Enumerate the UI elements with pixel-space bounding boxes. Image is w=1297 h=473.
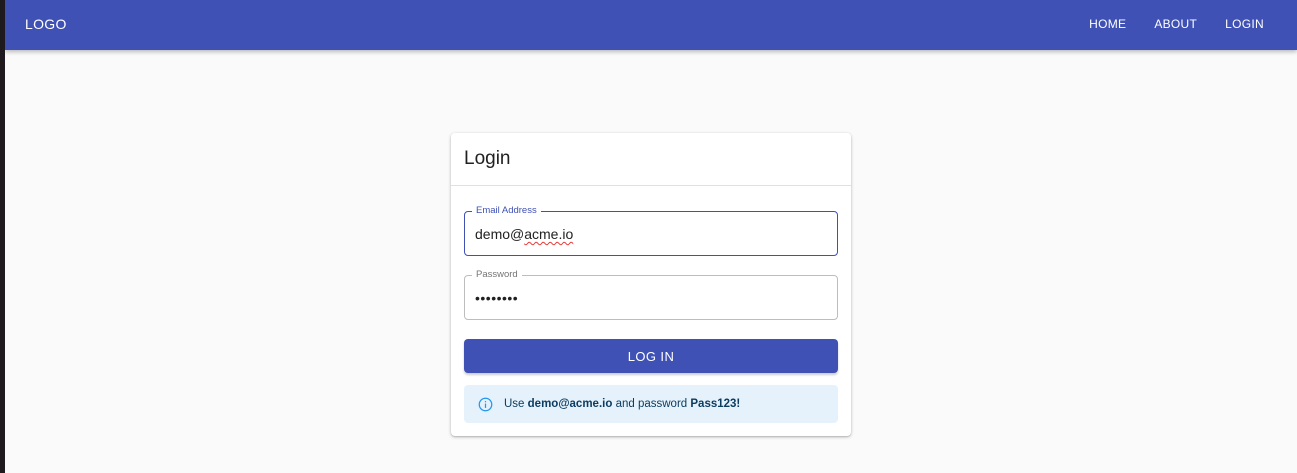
- hint-email: demo@acme.io: [527, 398, 613, 410]
- login-button[interactable]: LOG IN: [464, 339, 838, 373]
- hint-password: Pass123!: [690, 398, 741, 410]
- top-nav: HOME ABOUT LOGIN: [1061, 17, 1264, 31]
- email-input-prefix: demo@: [475, 226, 525, 242]
- info-icon: [478, 397, 493, 412]
- password-input[interactable]: [475, 290, 825, 306]
- hint-text-1: Use: [504, 398, 528, 410]
- app-bar: LOGO HOME ABOUT LOGIN: [5, 0, 1297, 50]
- password-field[interactable]: Password: [464, 269, 838, 320]
- nav-login-link[interactable]: LOGIN: [1225, 17, 1264, 31]
- page: LOGO HOME ABOUT LOGIN Login Email Addres…: [5, 0, 1297, 473]
- login-card: Login Email Address demo@acme.io Passwor…: [451, 133, 851, 436]
- email-field-label: Email Address: [472, 205, 541, 217]
- email-input-domain: acme.io: [524, 226, 574, 242]
- hint-text: Use demo@acme.io and password Pass123!: [504, 398, 740, 410]
- hint-alert: Use demo@acme.io and password Pass123!: [464, 385, 838, 423]
- password-field-label: Password: [472, 269, 522, 281]
- nav-about-link[interactable]: ABOUT: [1154, 17, 1197, 31]
- card-title: Login: [464, 148, 511, 169]
- hint-text-2: and password: [612, 398, 691, 410]
- nav-home-link[interactable]: HOME: [1089, 17, 1126, 31]
- card-divider: [451, 185, 851, 186]
- logo-link[interactable]: LOGO: [25, 16, 67, 32]
- email-field[interactable]: Email Address demo@acme.io: [464, 205, 838, 256]
- email-input[interactable]: demo@acme.io: [475, 226, 825, 242]
